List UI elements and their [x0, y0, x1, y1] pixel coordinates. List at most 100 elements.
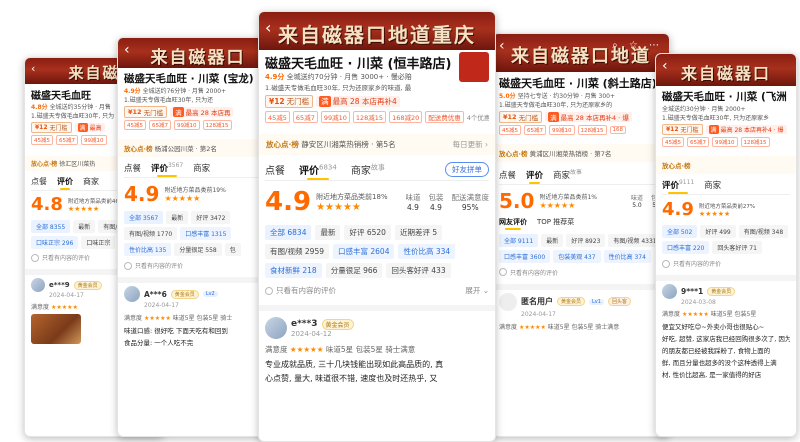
tab-order[interactable]: 点餐: [499, 169, 516, 184]
filter-chip[interactable]: 口味正宗 296: [31, 236, 79, 249]
store-banner: ‹ 来自磁器口: [118, 38, 278, 68]
rank-bar[interactable]: 放心点·榜 杨浦公园川菜 · 第2名: [118, 139, 278, 157]
discount-pill: 99减10: [320, 111, 350, 123]
filter-chip[interactable]: 回头客好评 71: [712, 241, 762, 254]
tab-order[interactable]: 点餐: [265, 162, 285, 180]
filter-chip[interactable]: 最新: [541, 233, 564, 247]
group-order-button[interactable]: 好友拼单: [445, 162, 489, 177]
filter-chip[interactable]: 包: [224, 243, 241, 256]
more-offers-link[interactable]: 4个优惠 ⌄: [467, 112, 489, 122]
star-rating-icon: ★★★★★: [164, 194, 201, 203]
promo[interactable]: 满最高 28 本店再补4 · 爆: [545, 112, 632, 122]
coupon[interactable]: ¥12 无门槛: [662, 124, 703, 135]
promo[interactable]: 满最高 28 本店再补4 · 爆: [705, 125, 787, 134]
store-card-4: ‹ 来自磁器口地道 ⌕ ☆ ⋯ 磁盛天毛血旺 · 川菜 (斜土路店) 5.0分 …: [492, 33, 670, 437]
filter-chip[interactable]: 性价比高 334: [398, 244, 456, 259]
tab-reviews[interactable]: 评价3567: [151, 162, 183, 177]
only-content-toggle[interactable]: 只看有内容的评价 展开 ⌄: [265, 285, 489, 296]
filter-chip[interactable]: 包装美观 437: [553, 249, 601, 263]
banner-text: 来自磁器口: [680, 64, 771, 83]
filter-chip[interactable]: 性价比高 135: [124, 243, 172, 256]
filter-chip[interactable]: 分量很足 966: [325, 263, 383, 278]
star-rating-icon: ★★★★★: [143, 315, 171, 322]
checkbox-icon: [31, 253, 39, 262]
star-rating-icon: ★★★★★: [316, 201, 361, 213]
filter-chip[interactable]: 口感丰富 3600: [499, 249, 551, 263]
only-content-toggle[interactable]: 只看有内容的评价: [499, 268, 663, 277]
tab-merchant[interactable]: 商家: [704, 179, 721, 194]
promo[interactable]: 满最高 28 本店再补4: [316, 96, 400, 107]
filter-chip[interactable]: 全部 3567: [124, 211, 164, 224]
filter-chip[interactable]: 回头客好评 433: [386, 263, 451, 278]
store-title: 磁盛天毛血旺 · 川菜 (斜土路店): [499, 77, 657, 90]
collage: ‹ 来自磁 磁盛天毛血旺 4.8分 全城送约35分钟 · 月售 1.磁盛天专做毛…: [0, 0, 800, 442]
store-meta: 4.9分 全城送约76分钟 · 月售 2000+: [124, 88, 227, 95]
tab-merchant[interactable]: 商家: [83, 176, 99, 190]
discount-pill: 45减5: [499, 125, 521, 135]
only-content-toggle[interactable]: 只看有内容的评价: [662, 259, 790, 268]
tab-reviews[interactable]: 评价9111: [662, 179, 694, 194]
filter-chip[interactable]: 全部 8355: [31, 220, 71, 233]
filter-chip[interactable]: 全部 6834: [265, 225, 312, 240]
filter-chip[interactable]: 好评 6520: [344, 225, 391, 240]
only-content-toggle[interactable]: 只看有内容的评价: [124, 261, 272, 270]
promo[interactable]: 满最高 28 本店再: [170, 107, 234, 117]
rank-bar[interactable]: 放心点·榜 静安区川湘菜热销榜 · 第5名 每日更新 ›: [259, 134, 495, 155]
overall-score: 5.0: [499, 188, 535, 213]
rank-bar[interactable]: 放心点·榜: [656, 156, 796, 174]
review-photo: [31, 314, 81, 344]
promo[interactable]: 满最高: [74, 123, 105, 132]
toolbar-icons[interactable]: ⌕ ☆ ⋯: [612, 40, 663, 51]
tab-reviews[interactable]: 评价: [57, 176, 73, 190]
filter-chip[interactable]: 最新: [315, 225, 341, 240]
discount-pill: 168: [609, 126, 626, 134]
coupon[interactable]: ¥12 无门槛: [499, 111, 543, 123]
coupon[interactable]: ¥12 无门槛: [265, 95, 314, 108]
filter-chip[interactable]: 性价比高 374: [603, 249, 651, 263]
store-card-2: ‹ 来自磁器口 磁盛天毛血旺 · 川菜 (宝龙) 4.9分 全城送约76分钟 ·…: [117, 37, 279, 437]
filter-chip[interactable]: 口味正宗: [81, 236, 116, 249]
discount-pill: 128减15: [352, 111, 387, 123]
filter-chip[interactable]: 好评 499: [700, 225, 736, 238]
filter-chip[interactable]: 有图/视频 348: [738, 225, 789, 238]
filter-chip[interactable]: 最新: [73, 220, 96, 233]
coupon[interactable]: ¥12 无门槛: [31, 122, 72, 133]
filter-chip[interactable]: 口感丰富 220: [662, 241, 710, 254]
filter-chip[interactable]: 最新: [166, 211, 189, 224]
tab-merchant[interactable]: 商家故事: [553, 167, 582, 184]
ranking-note: 附近地方菜品类前46%: [67, 199, 125, 205]
filter-chip[interactable]: 近期差评 5: [394, 225, 443, 240]
subtab-top-dishes[interactable]: TOP 推荐菜: [537, 217, 574, 230]
discount-pill: 99减10: [549, 125, 575, 135]
filter-chip[interactable]: 全部 9111: [499, 233, 539, 247]
review-date: 2024-04-17: [144, 302, 179, 309]
filter-chip[interactable]: 好评 3472: [191, 211, 231, 224]
subtab-user-reviews[interactable]: 网友评价: [499, 217, 527, 230]
review-text: 味道口感: 很好吃 下面天吃有和回到: [124, 327, 228, 335]
review-text: 材, 性价比超高, 是一家值得的好店: [662, 371, 762, 379]
tab-reviews[interactable]: 评价: [526, 169, 543, 184]
filter-chip[interactable]: 有图/视频 2959: [265, 244, 329, 259]
filter-chip[interactable]: 食材新鲜 218: [265, 263, 322, 278]
member-badge: 黄金会员: [557, 297, 586, 307]
filter-chip[interactable]: 好评 8923: [566, 233, 606, 247]
daily-update-link[interactable]: 每日更新 ›: [453, 139, 488, 150]
discount-pill: 45减5: [124, 120, 146, 130]
tab-order[interactable]: 点餐: [31, 176, 47, 190]
tab-reviews[interactable]: 评价6834: [299, 162, 337, 180]
expand-link[interactable]: 展开 ⌄: [465, 285, 489, 296]
tab-order[interactable]: 点餐: [124, 162, 141, 177]
tab-merchant[interactable]: 商家故事: [351, 162, 385, 180]
review-text: 便宜又好吃😊~外卖小哥也很贴心~: [662, 323, 765, 331]
filter-chip[interactable]: 有图/视频 1770: [124, 227, 178, 240]
rank-bar[interactable]: 放心点·榜 黄浦区川湘菜热销榜 · 第7名: [493, 144, 669, 162]
filter-chip[interactable]: 口感丰富 1315: [180, 227, 232, 240]
coupon[interactable]: ¥12 无门槛: [124, 106, 168, 118]
filter-chip[interactable]: 口感丰富 2604: [333, 244, 395, 259]
filter-chip[interactable]: 分量很足 558: [174, 243, 222, 256]
avatar: [124, 286, 140, 302]
star-rating-icon: ★★★★★: [539, 200, 576, 210]
filter-chip[interactable]: 全部 502: [662, 225, 698, 238]
tab-merchant[interactable]: 商家: [193, 162, 210, 177]
filter-chip[interactable]: 有图/视频 4331: [608, 233, 662, 247]
